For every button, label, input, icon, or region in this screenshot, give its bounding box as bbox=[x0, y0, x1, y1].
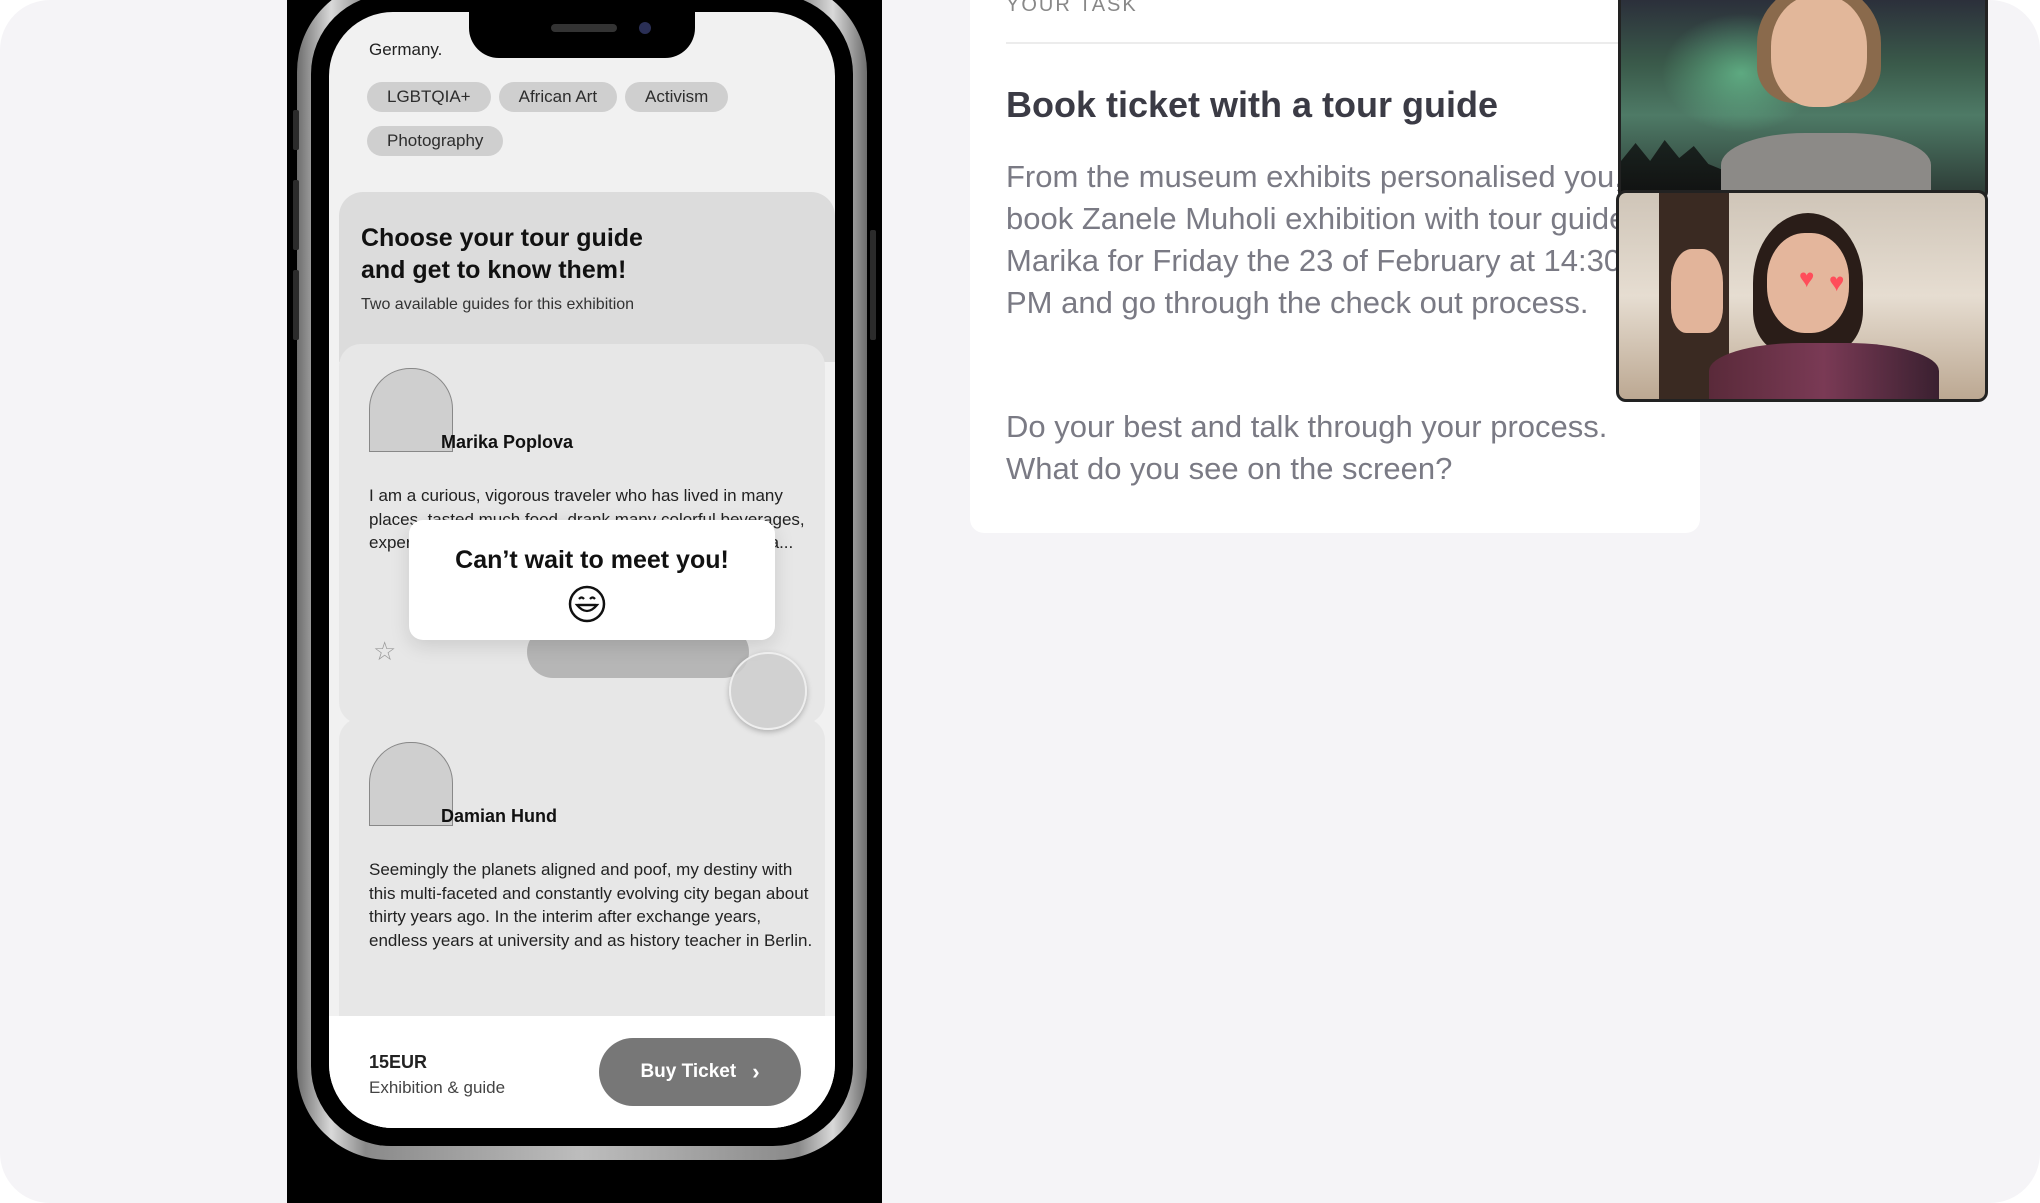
task-card: YOUR TASK Book ticket with a tour guide … bbox=[970, 0, 1700, 533]
guide-name: Marika Poplova bbox=[441, 432, 574, 452]
toast-message: Can’t wait to meet you! bbox=[455, 546, 729, 574]
intro-subtitle: Two available guides for this exhibition bbox=[361, 296, 635, 313]
location-text: Germany. bbox=[369, 40, 443, 59]
participant-video-1 bbox=[1618, 0, 1988, 200]
chevron-right-icon: › bbox=[752, 1059, 760, 1084]
divider bbox=[1006, 42, 1686, 44]
task-prompt: Do your best and talk through your proce… bbox=[1006, 409, 1608, 486]
volume-down-button bbox=[293, 270, 299, 340]
buy-ticket-button[interactable]: Buy Ticket › bbox=[599, 1038, 801, 1106]
confirmation-toast: Can’t wait to meet you! bbox=[409, 520, 775, 640]
power-button bbox=[870, 230, 876, 340]
task-description: From the museum exhibits personalised yo… bbox=[1006, 159, 1627, 320]
intro-title: Choose your tour guide and get to know t… bbox=[361, 224, 643, 284]
heart-eye-icon: ♥ bbox=[1829, 267, 1845, 297]
front-camera-icon bbox=[639, 22, 651, 34]
buy-ticket-label: Buy Ticket bbox=[640, 1061, 737, 1082]
volume-up-button bbox=[293, 180, 299, 250]
mute-switch bbox=[293, 110, 299, 150]
guide-bio: Seemingly the planets aligned and poof, … bbox=[369, 860, 813, 950]
price-value: 15EUR bbox=[369, 1052, 428, 1072]
participant-body bbox=[1709, 343, 1939, 399]
participant-video-2: ♥ ♥ bbox=[1616, 190, 1988, 402]
touch-indicator bbox=[729, 652, 807, 730]
tag-african-art[interactable]: African Art bbox=[498, 82, 618, 112]
guide-name: Damian Hund bbox=[441, 806, 558, 826]
guide-intro-section: Choose your tour guide and get to know t… bbox=[339, 192, 835, 362]
task-label: YOUR TASK bbox=[1006, 0, 1138, 16]
tag-list: LGBTQIA+ African Art Activism Photography bbox=[367, 82, 807, 170]
task-title: Book ticket with a tour guide bbox=[1006, 84, 1499, 125]
phone-notch bbox=[469, 12, 695, 58]
heart-eye-icon: ♥ bbox=[1799, 263, 1815, 293]
usability-test-stage: Germany. LGBTQIA+ African Art Activism Phot… bbox=[0, 0, 2040, 1203]
grinning-face-icon bbox=[568, 585, 606, 623]
phone-frame: Germany. LGBTQIA+ African Art Activism Phot… bbox=[297, 0, 867, 1160]
star-icon[interactable]: ☆ bbox=[373, 638, 396, 664]
phone-screen: Germany. LGBTQIA+ African Art Activism Phot… bbox=[329, 12, 835, 1128]
checkout-bar: 15EUR Exhibition & guide Buy Ticket › bbox=[329, 1016, 835, 1128]
participant-face bbox=[1771, 0, 1867, 107]
speaker-grille bbox=[551, 24, 617, 32]
price-description: Exhibition & guide bbox=[369, 1078, 506, 1097]
tag-photography[interactable]: Photography bbox=[367, 126, 504, 156]
waving-hand bbox=[1671, 249, 1723, 333]
tag-activism[interactable]: Activism bbox=[625, 82, 729, 112]
phone-mockup-area: Germany. LGBTQIA+ African Art Activism Phot… bbox=[287, 0, 882, 1203]
tag-lgbtqia[interactable]: LGBTQIA+ bbox=[367, 82, 491, 112]
